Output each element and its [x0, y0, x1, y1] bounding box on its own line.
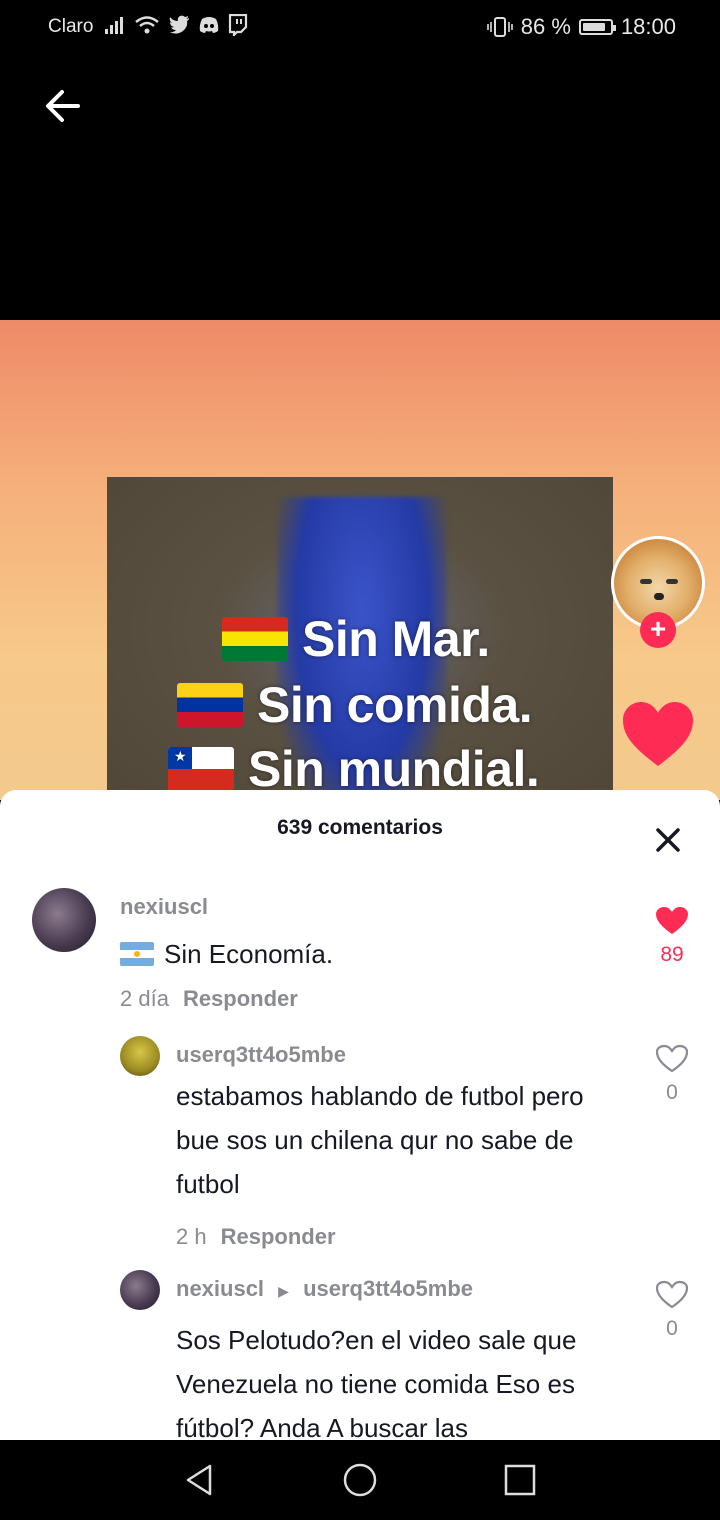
meme-text: Sin comida.	[257, 677, 533, 733]
nav-home-icon[interactable]	[340, 1460, 380, 1500]
meme-text: Sin Mar.	[302, 611, 490, 667]
reply-button[interactable]: Responder	[183, 986, 298, 1011]
follow-button[interactable]: +	[640, 612, 676, 648]
like-outline-icon[interactable]	[655, 1280, 689, 1310]
comment-reply-item: userq3tt4o5mbe estabamos hablando de fut…	[0, 1020, 720, 1260]
status-right: 86 % 18:00	[486, 14, 676, 40]
back-arrow-icon[interactable]	[38, 84, 86, 132]
comment-item: nexiuscl Sin Economía. 2 día Responder 89	[0, 790, 720, 1020]
like-heart-icon[interactable]	[655, 906, 689, 936]
wifi-icon	[135, 16, 159, 34]
battery-percent: 86 %	[520, 14, 571, 39]
comment-text: Sos Pelotudo?en el video sale que Venezu…	[176, 1325, 577, 1440]
like-count: 0	[666, 1081, 678, 1104]
reply-button[interactable]: Responder	[221, 1224, 336, 1249]
comments-sheet: 639 comentarios nexiuscl Sin Economía. 2…	[0, 790, 720, 1440]
comment-reply-item: nexiuscl ▶ userq3tt4o5mbe Sos Pelotudo?e…	[0, 1260, 720, 1440]
clock: 18:00	[620, 14, 676, 39]
comment-like[interactable]: 89	[650, 906, 694, 967]
nav-recents-icon[interactable]	[500, 1460, 540, 1500]
comment-like[interactable]: 0	[650, 1044, 694, 1105]
twitch-icon	[228, 14, 248, 36]
comment-meta: 2 día Responder	[120, 986, 298, 1012]
comment-username-line: nexiuscl ▶ userq3tt4o5mbe	[176, 1276, 473, 1302]
meme-line: Sin Mar.	[222, 610, 490, 668]
argentina-flag-icon	[120, 942, 154, 966]
signal-icon	[105, 17, 123, 34]
like-outline-icon[interactable]	[655, 1044, 689, 1074]
reply-to-username[interactable]: userq3tt4o5mbe	[303, 1276, 473, 1301]
nav-back-icon[interactable]	[180, 1460, 220, 1500]
twitter-icon	[169, 15, 189, 34]
battery-level	[582, 23, 606, 31]
like-heart-icon[interactable]	[621, 700, 695, 770]
bolivia-flag-icon	[222, 617, 288, 661]
discord-icon	[199, 17, 219, 33]
vibrate-icon	[486, 17, 513, 37]
like-count: 89	[660, 943, 684, 966]
avatar-eye	[640, 579, 652, 584]
battery-icon	[578, 19, 616, 35]
video-player[interactable]: Sin Mar. Sin comida. Sin mundial.	[0, 320, 720, 800]
venezuela-flag-icon	[177, 683, 243, 727]
avatar[interactable]	[120, 1270, 160, 1310]
meme-line: Sin comida.	[177, 676, 533, 734]
comment-meta: 2 h Responder	[176, 1224, 336, 1250]
status-icons	[104, 14, 248, 36]
like-count: 0	[666, 1317, 678, 1340]
comment-username[interactable]: nexiuscl	[120, 894, 208, 920]
comment-username[interactable]: userq3tt4o5mbe	[176, 1042, 346, 1068]
comment-text: Sin Economía.	[120, 932, 600, 976]
comment-text-body: Sin Economía.	[164, 939, 334, 969]
carrier-name: Claro	[48, 16, 94, 37]
comment-text: estabamos hablando de futbol pero bue so…	[176, 1081, 584, 1199]
chile-flag-icon	[168, 747, 234, 791]
avatar[interactable]	[32, 888, 96, 952]
comment-time: 2 día	[120, 986, 169, 1011]
avatar-eye	[666, 579, 678, 584]
status-bar: Claro 86 % 18:00	[0, 0, 720, 56]
comment-like[interactable]: 0	[650, 1280, 694, 1341]
comment-time: 2 h	[176, 1224, 207, 1249]
reply-arrow-icon: ▶	[278, 1283, 289, 1299]
comment-username[interactable]: nexiuscl	[176, 1276, 264, 1301]
avatar[interactable]	[120, 1036, 160, 1076]
avatar-nose	[654, 593, 664, 600]
navigation-bar	[0, 1440, 720, 1520]
